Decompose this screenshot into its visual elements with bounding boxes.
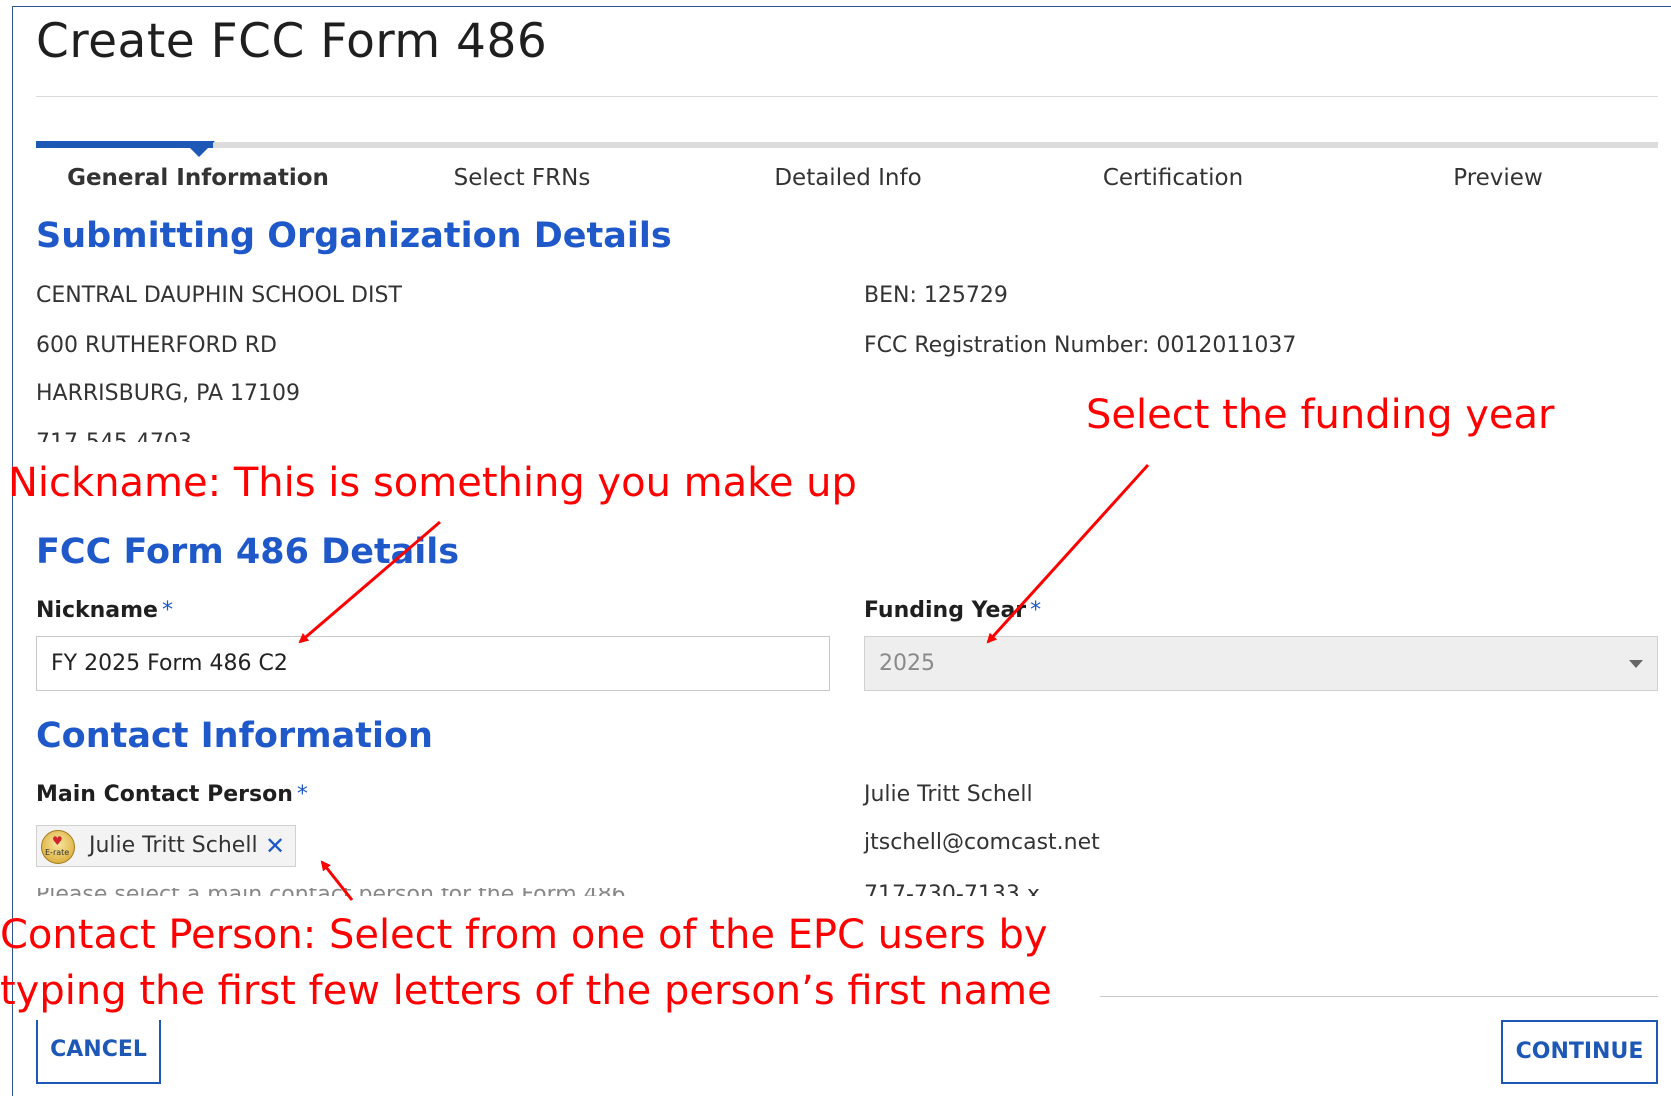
funding-year-label: Funding Year *: [864, 598, 1042, 623]
footer-divider: [1100, 996, 1658, 997]
org-phone: 717-545-4703: [36, 430, 192, 442]
cancel-button[interactable]: CANCEL: [36, 1020, 161, 1084]
main-contact-label: Main Contact Person *: [36, 782, 308, 807]
annotation-nickname: Nickname: This is something you make up: [8, 460, 857, 506]
page-title: Create FCC Form 486: [36, 14, 548, 69]
contact-hint: Please select a main contact person for …: [36, 888, 626, 896]
nickname-label: Nickname *: [36, 598, 173, 623]
required-marker: *: [296, 782, 308, 807]
heart-icon: ♥: [52, 834, 63, 848]
contact-phone-clip: 717-730-7133 x: [864, 878, 1164, 896]
org-ben: BEN: 125729: [864, 283, 1008, 308]
annotation-funding-year: Select the funding year: [1086, 392, 1555, 438]
step-preview[interactable]: Preview: [1348, 165, 1648, 191]
org-phone-clip: 717-545-4703: [36, 420, 336, 442]
funding-year-value: 2025: [879, 651, 935, 676]
main-contact-chip[interactable]: ♥ E-rate Julie Tritt Schell ✕: [36, 825, 296, 867]
avatar-label: E-rate: [45, 848, 70, 857]
org-section-heading: Submitting Organization Details: [36, 216, 672, 256]
required-marker: *: [1030, 598, 1042, 623]
required-marker: *: [161, 598, 173, 623]
contact-info-phone: 717-730-7133 x: [864, 882, 1040, 896]
org-address-line1: 600 RUTHERFORD RD: [36, 333, 277, 358]
step-detailed-info[interactable]: Detailed Info: [698, 165, 998, 191]
org-name: CENTRAL DAUPHIN SCHOOL DIST: [36, 283, 402, 308]
erate-avatar-icon: ♥ E-rate: [41, 830, 75, 864]
contact-info-name: Julie Tritt Schell: [864, 782, 1033, 807]
contact-section-heading: Contact Information: [36, 716, 433, 756]
title-divider: [36, 96, 1658, 97]
step-general-information[interactable]: General Information: [48, 165, 348, 191]
form-details-heading: FCC Form 486 Details: [36, 532, 460, 572]
continue-button[interactable]: CONTINUE: [1501, 1020, 1658, 1084]
contact-info-email: jtschell@comcast.net: [864, 830, 1100, 855]
chevron-down-icon: [1629, 660, 1643, 668]
org-fcc-registration: FCC Registration Number: 0012011037: [864, 333, 1297, 358]
funding-year-select[interactable]: 2025: [864, 636, 1658, 691]
annotation-contact-line1: Contact Person: Select from one of the E…: [0, 912, 1048, 958]
annotation-contact-line2: typing the first few letters of the pers…: [0, 968, 1052, 1014]
step-certification[interactable]: Certification: [1023, 165, 1323, 191]
step-select-frns[interactable]: Select FRNs: [372, 165, 672, 191]
remove-contact-icon[interactable]: ✕: [265, 832, 285, 860]
stepper-pointer-icon: [183, 141, 215, 157]
chip-contact-name: Julie Tritt Schell: [89, 833, 258, 858]
contact-hint-clip: Please select a main contact person for …: [36, 888, 696, 896]
stepper-track: [36, 142, 1658, 148]
org-address-line2: HARRISBURG, PA 17109: [36, 381, 301, 406]
nickname-input[interactable]: FY 2025 Form 486 C2: [36, 636, 830, 691]
